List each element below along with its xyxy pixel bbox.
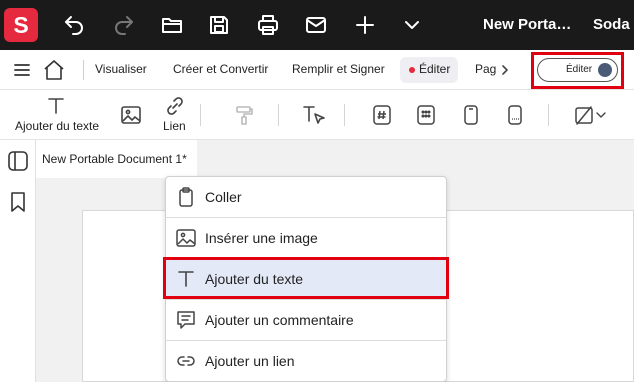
document-title: New Porta… bbox=[483, 16, 572, 33]
text-tool-icon[interactable] bbox=[45, 95, 67, 117]
context-item-label: Coller bbox=[205, 189, 242, 205]
toolbar-divider bbox=[278, 104, 279, 126]
menu-pages[interactable]: Pag bbox=[475, 62, 496, 76]
menu-visualiser[interactable]: Visualiser bbox=[95, 62, 147, 76]
dots-grid-icon[interactable] bbox=[415, 104, 437, 126]
number-field-icon[interactable] bbox=[371, 104, 393, 126]
annotation-highlight-box bbox=[163, 257, 449, 299]
title-bar: S New Porta… Soda P bbox=[0, 0, 634, 50]
app-name: Soda P bbox=[593, 16, 634, 33]
document-tab[interactable]: New Portable Document 1* bbox=[36, 140, 197, 178]
context-item-label: Ajouter un lien bbox=[205, 353, 295, 369]
add-text-label[interactable]: Ajouter du texte bbox=[15, 119, 99, 133]
barcode-field-icon[interactable] bbox=[504, 104, 526, 126]
image-icon bbox=[175, 227, 197, 249]
no-fill-icon[interactable] bbox=[573, 104, 595, 126]
comment-icon bbox=[175, 309, 197, 331]
plus-icon[interactable] bbox=[353, 13, 377, 37]
context-item-inserer-image[interactable]: Insérer une image bbox=[166, 218, 446, 258]
phone-field-icon[interactable] bbox=[460, 104, 482, 126]
menu-remplir-signer[interactable]: Remplir et Signer bbox=[292, 62, 385, 76]
format-painter-icon[interactable] bbox=[233, 104, 255, 126]
edit-toolbar: Ajouter du texte Lien bbox=[0, 90, 634, 140]
document-tab-title: New Portable Document 1* bbox=[42, 152, 187, 166]
redo-icon[interactable] bbox=[112, 13, 136, 37]
print-icon[interactable] bbox=[256, 13, 280, 37]
hamburger-menu-icon[interactable] bbox=[10, 58, 34, 82]
mail-icon[interactable] bbox=[304, 13, 328, 37]
clipboard-icon bbox=[175, 186, 197, 208]
fill-dropdown-chevron-icon[interactable] bbox=[596, 111, 606, 119]
app-logo[interactable]: S bbox=[4, 8, 38, 42]
menu-divider bbox=[83, 60, 84, 80]
open-folder-icon[interactable] bbox=[160, 13, 184, 37]
context-item-coller[interactable]: Coller bbox=[166, 177, 446, 217]
context-item-label: Insérer une image bbox=[205, 230, 318, 246]
chevron-right-icon[interactable] bbox=[498, 58, 512, 82]
toolbar-divider bbox=[344, 104, 345, 126]
annotation-highlight-box bbox=[531, 52, 624, 89]
left-side-panel bbox=[0, 140, 36, 382]
menu-creer-convertir[interactable]: Créer et Convertir bbox=[173, 62, 268, 76]
link-tool-icon[interactable] bbox=[164, 95, 186, 117]
toolbar-divider bbox=[548, 104, 549, 126]
save-icon[interactable] bbox=[207, 13, 231, 37]
active-indicator-dot bbox=[409, 67, 415, 73]
panel-toggle-icon[interactable] bbox=[6, 149, 30, 173]
image-tool-icon[interactable] bbox=[120, 104, 142, 126]
context-item-label: Ajouter un commentaire bbox=[205, 312, 354, 328]
home-icon[interactable] bbox=[42, 58, 66, 82]
context-item-ajouter-lien[interactable]: Ajouter un lien bbox=[166, 341, 446, 381]
bookmark-icon[interactable] bbox=[6, 190, 30, 214]
menu-editer[interactable]: Éditer bbox=[419, 62, 450, 76]
chevron-down-icon[interactable] bbox=[400, 13, 424, 37]
link-icon bbox=[175, 350, 197, 372]
undo-icon[interactable] bbox=[62, 13, 86, 37]
toolbar-divider bbox=[200, 104, 201, 126]
text-select-icon[interactable] bbox=[301, 103, 327, 127]
link-label[interactable]: Lien bbox=[163, 119, 186, 133]
context-item-ajouter-commentaire[interactable]: Ajouter un commentaire bbox=[166, 300, 446, 340]
